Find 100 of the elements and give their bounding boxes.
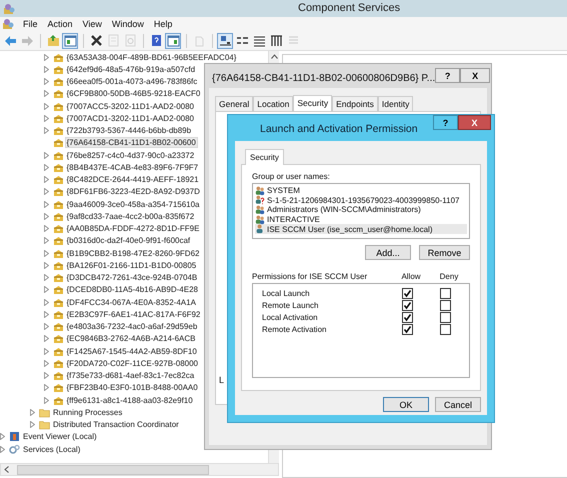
cancel-button[interactable]: Cancel (435, 397, 481, 412)
tree-item[interactable]: {AA0B85DA-FDDF-4272-8D1D-FF9E (66, 224, 200, 234)
close-button[interactable]: X (460, 68, 490, 83)
help-button[interactable]: ? (433, 115, 458, 130)
expand-arrow-icon[interactable] (44, 372, 48, 380)
checkbox[interactable] (440, 324, 450, 334)
tab[interactable]: Security (293, 95, 332, 112)
app-icon[interactable] (2, 18, 14, 30)
tab[interactable]: Endpoints (332, 96, 378, 111)
tree-item[interactable]: {66eea0f5-001a-4073-a496-783f86fc (66, 77, 198, 86)
checkbox[interactable] (402, 288, 412, 298)
expand-arrow-icon[interactable] (44, 200, 48, 208)
expand-arrow-icon[interactable] (44, 176, 48, 184)
tree-item[interactable]: {f735e733-d681-4aef-83c1-7ec82ca (66, 371, 196, 380)
details-view-icon[interactable] (268, 32, 284, 48)
tree-item[interactable]: {EC9846B3-2762-4A6B-A214-6ACB (66, 334, 196, 344)
tree-item[interactable]: Distributed Transaction Coordinator (52, 420, 180, 430)
menu-item[interactable]: View (78, 19, 107, 29)
tab[interactable]: General (215, 96, 254, 111)
expand-arrow-icon[interactable] (44, 127, 48, 134)
tree-item[interactable]: {642ef9d6-48a5-476b-919a-a507cfd (66, 64, 196, 74)
checkbox[interactable] (440, 300, 450, 310)
tree-item[interactable]: {63A53A38-004F-489B-BD61-96B5EEFADC04} (66, 52, 238, 62)
expand-arrow-icon[interactable] (44, 274, 48, 282)
tab[interactable]: Location (253, 96, 294, 111)
close-button[interactable]: X (458, 115, 491, 130)
expand-arrow-icon[interactable] (44, 237, 48, 244)
tree-item[interactable]: {8DF61FB6-3223-4E2D-8A92-D937D (66, 187, 201, 196)
expand-arrow-icon[interactable] (44, 335, 48, 342)
user-item[interactable]: ISE SCCM User (ise_sccm_user@home.local) (255, 224, 467, 234)
horizontal-scrollbar[interactable] (0, 463, 279, 476)
add-button[interactable]: Add... (365, 245, 411, 260)
tree-item[interactable]: {FBF23B40-E3F0-101B-8488-00AA0 (66, 383, 199, 392)
menu-item[interactable]: Window (106, 19, 149, 29)
tree-item[interactable]: {7007ACC5-3202-11D1-AAD2-0080 (66, 102, 195, 111)
menu-item[interactable]: Action (42, 19, 78, 29)
expand-arrow-icon[interactable] (44, 164, 48, 171)
checkbox[interactable] (402, 312, 412, 322)
tree-item[interactable]: {76A64158-CB41-11D1-8B02-00600 (66, 138, 197, 148)
expand-arrow-icon[interactable] (44, 348, 48, 355)
tree-item[interactable]: {6CF9B800-50DB-46B5-9218-EACF0 (66, 89, 202, 98)
tree-item[interactable]: Services (Local) (22, 444, 82, 454)
expand-arrow-icon[interactable] (44, 262, 48, 269)
tree-item[interactable]: {B1B9CBB2-B198-47E2-8260-9FD62 (66, 248, 200, 258)
tree-item[interactable]: {D3DCB472-7261-43ce-924B-0704B (66, 273, 198, 282)
tree-item[interactable]: {7007ACD1-3202-11D1-AAD2-0080 (66, 114, 195, 123)
tree-item[interactable]: {9af8cd33-7aae-4cc2-b00a-835f672 (66, 212, 196, 221)
delete-icon[interactable] (88, 32, 104, 48)
ok-button[interactable]: OK (383, 397, 429, 412)
expand-arrow-icon[interactable] (44, 360, 48, 367)
checkbox[interactable] (402, 300, 412, 310)
menu-item[interactable]: Help (148, 19, 178, 29)
tree-item[interactable]: {DF4FCC34-067A-4E0A-8352-4A1A (66, 298, 197, 307)
help-button[interactable]: ? (435, 68, 460, 83)
expand-arrow-icon[interactable] (44, 310, 48, 318)
tree-item[interactable]: {722b3793-5367-4446-b6bb-db89b (66, 126, 192, 136)
expand-arrow-icon[interactable] (44, 66, 48, 73)
checkbox[interactable] (440, 288, 450, 298)
tree-item[interactable]: {F20DA720-C02F-11CE-927B-08000 (66, 358, 199, 368)
tree-item[interactable]: {e4803a36-7232-4ac0-a6af-29d59eb (66, 322, 198, 332)
tree-item[interactable]: {9aa46009-3ce0-458a-a354-715610a (66, 200, 201, 209)
user-item[interactable]: INTERACTIVE (255, 214, 467, 224)
tree-item[interactable]: {8C482DCE-2644-4419-AEFF-18921 (66, 175, 200, 184)
tree-item[interactable]: {8B4B437E-4CAB-4e83-89F6-7F9F7 (66, 162, 200, 172)
tab[interactable]: Security (245, 149, 284, 165)
expand-arrow-icon[interactable] (44, 298, 48, 306)
expand-arrow-icon[interactable] (30, 408, 35, 416)
folder-up-icon[interactable] (45, 32, 61, 48)
scroll-up-icon[interactable] (270, 54, 278, 59)
expand-arrow-icon[interactable] (44, 78, 48, 86)
tree-item[interactable]: {E2B3C97F-6AE1-41AC-817A-F6F92 (66, 310, 202, 319)
checkbox[interactable] (402, 324, 412, 334)
tree-item[interactable]: {b0316d0c-da2f-40e0-9f91-f600caf (66, 236, 192, 246)
console-tree-icon[interactable] (62, 32, 78, 48)
expand-arrow-icon[interactable] (44, 212, 48, 220)
expand-arrow-icon[interactable] (44, 286, 48, 294)
expand-arrow-icon[interactable] (44, 152, 48, 159)
user-item[interactable]: SYSTEM (255, 186, 467, 196)
action-pane-icon[interactable] (165, 32, 181, 48)
expand-arrow-icon[interactable] (44, 188, 48, 196)
tree-item[interactable]: {BA126F01-2166-11D1-B1D0-00805 (66, 260, 198, 270)
tab[interactable]: Identity (378, 96, 414, 111)
expand-arrow-icon[interactable] (44, 54, 48, 61)
expand-arrow-icon[interactable] (44, 90, 48, 98)
expand-arrow-icon[interactable] (44, 323, 48, 330)
large-icons-icon[interactable] (217, 32, 233, 48)
expand-arrow-icon[interactable] (0, 446, 5, 453)
tree-item[interactable]: {ff9e6131-a8c1-4188-aa03-82e9f10 (66, 396, 194, 405)
expand-arrow-icon[interactable] (44, 396, 48, 404)
expand-arrow-icon[interactable] (30, 421, 35, 428)
expand-arrow-icon[interactable] (44, 102, 48, 110)
scroll-left-icon[interactable] (4, 466, 9, 473)
checkbox[interactable] (440, 312, 450, 322)
menu-item[interactable]: File (18, 19, 43, 29)
user-item[interactable]: S-1-5-21-1206984301-1935679023-4003999850-1107 (255, 196, 467, 206)
user-item[interactable]: Administrators (WIN-SCCM\Administrators) (255, 205, 467, 215)
tree-item[interactable]: {76be8257-c4c0-4d37-90c0-a23372 (66, 150, 196, 160)
tree-item[interactable]: {F1425A67-1545-44A2-AB59-8DF10 (66, 346, 198, 356)
tree-item[interactable]: Running Processes (52, 408, 124, 417)
scrollbar-thumb[interactable] (17, 464, 209, 474)
